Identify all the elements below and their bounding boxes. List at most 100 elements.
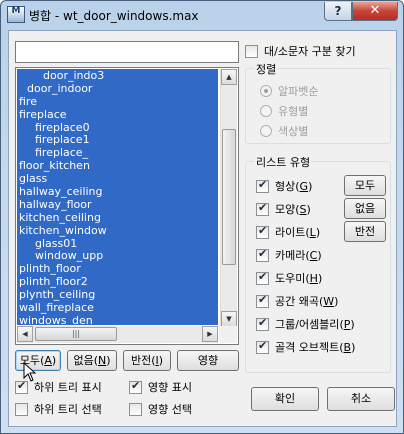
select-none-key: N bbox=[98, 354, 107, 367]
list-item[interactable]: glass bbox=[17, 172, 218, 185]
show-influence-label: 영향 표시 bbox=[148, 381, 192, 394]
ok-button[interactable]: 확인 bbox=[251, 387, 319, 411]
list-type-key: H bbox=[309, 271, 318, 285]
list-type-label: 모양 bbox=[275, 203, 296, 216]
list-type-box[interactable] bbox=[256, 247, 269, 262]
list-types-title: 리스트 유형 bbox=[254, 154, 313, 170]
horizontal-scrollbar[interactable]: ◀ ||| ▶ bbox=[17, 326, 218, 343]
list-type-checkbox[interactable]: 골격 오브젝트(B) bbox=[256, 339, 355, 355]
list-type-checkbox[interactable]: 카메라(C) bbox=[256, 247, 322, 263]
list-type-checkbox[interactable]: 그룹/어셈블리(P) bbox=[256, 316, 355, 332]
list-item[interactable]: fire bbox=[17, 95, 218, 108]
help-button[interactable]: ? bbox=[324, 2, 352, 21]
radio-icon[interactable] bbox=[260, 105, 272, 117]
list-type-checkbox[interactable]: 도우미(H) bbox=[256, 270, 322, 286]
list-type-box[interactable] bbox=[256, 293, 269, 308]
list-type-checkbox[interactable]: 형상(G) bbox=[256, 178, 312, 194]
sort-by-type-radio[interactable]: 유형별 bbox=[260, 103, 308, 119]
select-influence-label: 영향 선택 bbox=[148, 403, 192, 416]
select-subtree-box[interactable] bbox=[15, 402, 28, 416]
list-type-label: 공간 왜곡 bbox=[275, 295, 319, 308]
types-invert-button[interactable]: 반전 bbox=[344, 221, 386, 242]
list-item[interactable]: kitchen_window bbox=[17, 224, 218, 237]
dialog-client-area: 대/소문자 구분 찾기 door_indo3 door_indoor fire fir… bbox=[8, 30, 397, 427]
list-type-box[interactable] bbox=[256, 201, 269, 216]
list-type-key: S bbox=[299, 202, 307, 216]
object-listbox[interactable]: door_indo3 door_indoor fire fireplace firepl… bbox=[15, 67, 239, 345]
list-type-label: 카메라 bbox=[275, 249, 306, 262]
case-sensitive-box[interactable] bbox=[245, 44, 258, 58]
list-item[interactable]: fireplace1 bbox=[17, 133, 218, 147]
show-subtree-checkbox[interactable]: 하위 트리 표시 bbox=[15, 379, 102, 395]
list-type-box[interactable] bbox=[256, 339, 269, 354]
types-none-button[interactable]: 없음 bbox=[344, 198, 386, 219]
select-all-button[interactable]: 모두(A) bbox=[15, 350, 61, 371]
scroll-down-icon[interactable]: ▼ bbox=[221, 311, 237, 327]
list-item[interactable]: door_indo3 bbox=[17, 69, 218, 82]
show-influence-box[interactable] bbox=[129, 379, 142, 394]
list-type-box[interactable] bbox=[256, 270, 269, 285]
select-influence-box[interactable] bbox=[129, 402, 142, 416]
list-item[interactable]: door_indoor bbox=[17, 82, 218, 95]
list-type-checkbox[interactable]: 모양(S) bbox=[256, 201, 311, 217]
list-type-label: 그룹/어셈블리 bbox=[275, 318, 340, 331]
list-item[interactable]: window_upp bbox=[17, 249, 218, 263]
select-influence-checkbox[interactable]: 영향 선택 bbox=[129, 401, 192, 417]
list-item[interactable]: plinth_floor bbox=[17, 262, 218, 275]
list-type-checkbox[interactable]: 공간 왜곡(W) bbox=[256, 293, 338, 309]
object-list[interactable]: door_indo3 door_indoor fire fireplace firepl… bbox=[17, 69, 218, 325]
select-subtree-label: 하위 트리 선택 bbox=[34, 403, 102, 416]
list-type-box[interactable] bbox=[256, 224, 269, 239]
select-invert-key: I bbox=[155, 354, 159, 367]
sort-by-color-radio[interactable]: 색상별 bbox=[260, 123, 308, 139]
list-type-key: P bbox=[343, 317, 351, 331]
object-filter-input[interactable] bbox=[15, 41, 239, 63]
show-subtree-label: 하위 트리 표시 bbox=[34, 381, 102, 394]
list-item[interactable]: fireplace bbox=[17, 108, 218, 121]
radio-icon[interactable] bbox=[260, 125, 272, 137]
scrollbar-corner bbox=[219, 326, 237, 343]
sort-alphabetical-radio[interactable]: 알파벳순 bbox=[260, 83, 318, 99]
list-item[interactable]: fireplace_ bbox=[17, 146, 218, 159]
list-item[interactable]: hallway_floor bbox=[17, 198, 218, 211]
select-invert-button[interactable]: 반전(I) bbox=[123, 350, 171, 371]
list-type-box[interactable] bbox=[256, 316, 269, 331]
title-bar[interactable]: M 병합 - wt_door_windows.max ? ✕ bbox=[1, 1, 403, 29]
list-type-box[interactable] bbox=[256, 178, 269, 193]
list-type-label: 골격 오브젝트 bbox=[275, 341, 340, 354]
scroll-left-icon[interactable]: ◀ bbox=[17, 326, 33, 342]
list-type-key: G bbox=[299, 179, 309, 193]
select-none-button[interactable]: 없음(N) bbox=[67, 350, 117, 371]
list-item[interactable]: plinth_floor2 bbox=[17, 275, 218, 288]
list-type-key: L bbox=[309, 225, 316, 239]
list-item[interactable]: windows_den bbox=[17, 314, 218, 325]
scroll-up-icon[interactable]: ▲ bbox=[221, 69, 237, 85]
case-sensitive-checkbox[interactable]: 대/소문자 구분 찾기 bbox=[245, 43, 356, 59]
list-item[interactable]: glass01 bbox=[17, 237, 218, 250]
list-item[interactable]: hallway_ceiling bbox=[17, 185, 218, 198]
types-all-button[interactable]: 모두 bbox=[344, 175, 386, 196]
scroll-right-icon[interactable]: ▶ bbox=[202, 326, 218, 342]
sort-alphabetical-label: 알파벳순 bbox=[278, 85, 319, 98]
list-item[interactable]: wall_fireplace bbox=[17, 301, 218, 314]
close-button[interactable]: ✕ bbox=[352, 2, 398, 21]
list-item[interactable]: fireplace0 bbox=[17, 121, 218, 134]
list-type-key: W bbox=[323, 294, 335, 308]
show-influence-checkbox[interactable]: 영향 표시 bbox=[129, 379, 192, 395]
vertical-scrollbar[interactable]: ▲ ▼ bbox=[220, 69, 237, 327]
merge-dialog-window: M 병합 - wt_door_windows.max ? ✕ 대/소문자 구분 … bbox=[0, 0, 404, 434]
show-subtree-box[interactable] bbox=[15, 379, 28, 394]
select-all-key: A bbox=[44, 354, 52, 367]
cancel-button[interactable]: 취소 bbox=[327, 387, 395, 411]
select-subtree-checkbox[interactable]: 하위 트리 선택 bbox=[15, 401, 102, 417]
list-type-checkbox[interactable]: 라이트(L) bbox=[256, 224, 320, 240]
radio-selected-icon[interactable] bbox=[260, 85, 272, 97]
list-type-key: B bbox=[343, 340, 352, 354]
list-item[interactable]: kitchen_ceiling bbox=[17, 211, 218, 224]
list-type-key: C bbox=[309, 248, 318, 262]
list-item[interactable]: floor_kitchen bbox=[17, 159, 218, 172]
vertical-scroll-thumb[interactable] bbox=[222, 129, 236, 265]
influence-button[interactable]: 영향 bbox=[177, 350, 239, 371]
list-item[interactable]: plynth_ceiling bbox=[17, 288, 218, 301]
horizontal-scroll-thumb[interactable]: ||| bbox=[35, 327, 117, 341]
